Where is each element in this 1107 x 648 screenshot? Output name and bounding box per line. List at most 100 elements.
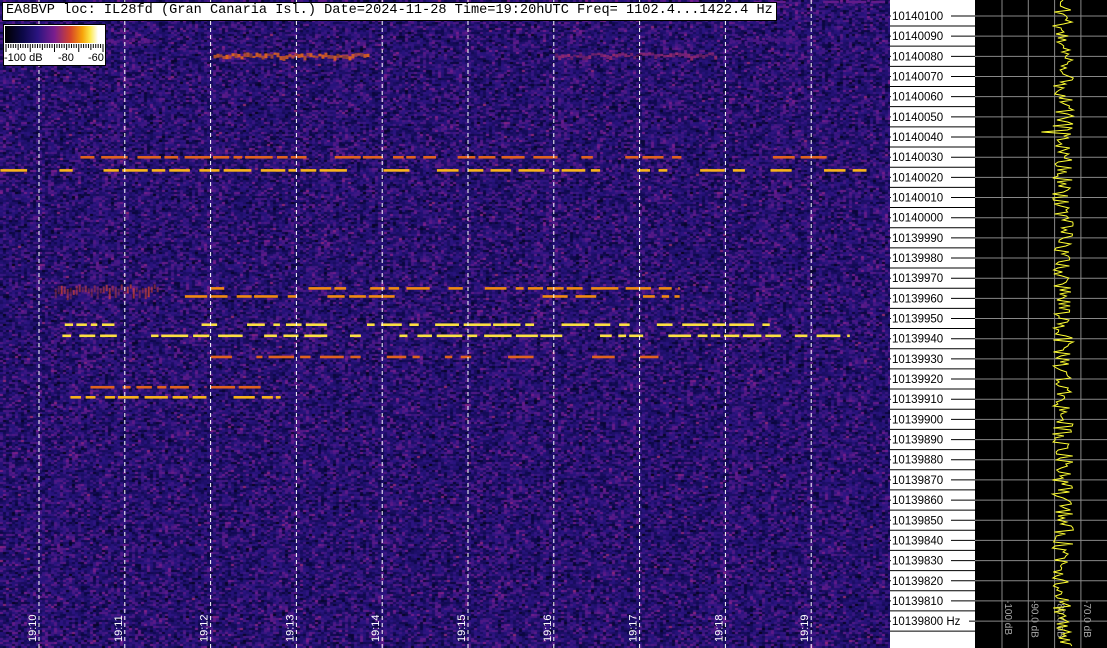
signal-dash <box>723 334 740 338</box>
signal-blob <box>555 53 559 58</box>
signal-blob <box>567 53 571 57</box>
signal-blob <box>225 54 229 60</box>
signal-blob <box>585 56 589 60</box>
signal-dash <box>277 155 288 159</box>
signal-blob <box>741 37 745 41</box>
signal-smear <box>126 286 129 294</box>
signal-smear <box>57 285 60 295</box>
signal-dash <box>852 169 867 172</box>
signal-blob <box>258 53 262 58</box>
signal-dash <box>444 355 453 359</box>
signal-blob <box>801 38 805 41</box>
time-tick-label: 19:12 <box>199 614 211 642</box>
signal-blob <box>131 38 135 42</box>
signal-blob <box>762 40 766 45</box>
signal-dash <box>816 334 841 338</box>
signal-blob <box>219 54 223 58</box>
signal-dash <box>349 295 366 298</box>
signal-blob <box>783 38 787 42</box>
time-tick-label: 19:16 <box>542 614 554 642</box>
signal-blob <box>651 52 655 55</box>
signal-blob <box>267 53 271 57</box>
signal-trace <box>70 396 281 399</box>
colorbar-label-min: -100 dB <box>4 52 43 64</box>
signal-blob <box>116 39 120 44</box>
signal-blob <box>654 54 658 60</box>
frequency-tick-label: 10139940 <box>892 334 943 346</box>
signal-dash <box>172 396 188 399</box>
signal-blob <box>774 38 778 44</box>
signal-dash <box>70 396 82 399</box>
frequency-tick-label: 10139800 Hz <box>892 616 961 628</box>
signal-smear <box>99 288 102 294</box>
signal-blob <box>228 55 232 59</box>
time-tick-label: 19:18 <box>713 614 725 642</box>
signal-blob <box>110 38 114 44</box>
signal-blob <box>366 53 370 58</box>
colorbar-ticks <box>5 44 104 52</box>
signal-dash <box>80 155 95 159</box>
signal-blob <box>146 39 150 44</box>
signal-blob <box>624 53 628 58</box>
signal-blob <box>594 53 598 56</box>
signal-dash <box>122 169 148 172</box>
signal-trace <box>555 52 718 61</box>
spectrum-db-label: -90.0 dB <box>1028 600 1039 638</box>
signal-dash <box>151 169 166 172</box>
signal-blob <box>618 53 622 57</box>
signal-blob <box>621 52 625 56</box>
signal-dash <box>658 169 668 172</box>
signal-blob <box>756 39 760 45</box>
signal-blob <box>134 38 138 41</box>
frequency-tick-label: 10140060 <box>892 92 943 104</box>
signal-dash <box>406 155 416 159</box>
signal-dash <box>184 155 211 159</box>
signal-blob <box>678 52 682 57</box>
frequency-tick-label: 10139860 <box>892 495 943 507</box>
signal-dash <box>209 295 228 298</box>
signal-blob <box>273 52 277 55</box>
signal-blob <box>570 56 574 61</box>
signal-blob <box>768 37 772 42</box>
signal-blob <box>297 54 301 58</box>
signal-dash <box>366 323 375 327</box>
signal-smear <box>81 287 84 293</box>
signal-trace <box>210 287 680 290</box>
signal-dash <box>273 323 280 327</box>
signal-blob <box>339 55 343 58</box>
signal-dash <box>62 334 72 338</box>
signal-blob <box>279 56 283 61</box>
signal-smear <box>96 286 99 299</box>
signal-smear <box>111 285 114 292</box>
signal-dash <box>592 355 615 359</box>
signal-dash <box>594 323 611 327</box>
time-tick-label: 19:17 <box>628 614 640 642</box>
signal-blob <box>234 53 238 59</box>
signal-dash <box>260 169 286 172</box>
signal-blob <box>777 37 781 42</box>
signal-blob <box>573 54 577 57</box>
signal-smear <box>156 287 159 293</box>
signal-blob <box>149 39 153 44</box>
signal-dash <box>85 396 96 399</box>
signal-dash <box>871 0 886 4</box>
signal-blob <box>666 54 670 58</box>
signal-blob <box>780 37 784 42</box>
signal-blob <box>564 54 568 58</box>
colorbar-label-max: -60 <box>88 52 104 64</box>
signal-dash <box>772 155 795 159</box>
signal-dash <box>233 396 255 399</box>
signal-dash <box>668 334 692 338</box>
signal-dash <box>164 155 179 159</box>
signal-trace <box>184 295 680 298</box>
signal-blob <box>128 37 132 42</box>
signal-dash <box>308 287 332 290</box>
signal-blob <box>222 55 226 60</box>
signal-dash <box>712 323 725 327</box>
signal-dash <box>484 334 512 338</box>
signal-blob <box>291 55 295 59</box>
signal-blob <box>750 37 754 41</box>
signal-blob <box>804 38 808 42</box>
signal-dash <box>765 334 781 338</box>
signal-blob <box>261 55 265 60</box>
